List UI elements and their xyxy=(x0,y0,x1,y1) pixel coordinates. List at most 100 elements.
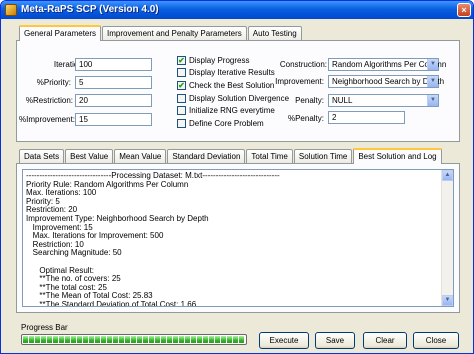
progress-block xyxy=(209,336,214,343)
checkbox-display-iterative-results[interactable]: Display Iterative Results xyxy=(177,68,275,77)
chevron-down-icon[interactable]: ▼ xyxy=(427,95,438,106)
progress-block xyxy=(59,336,64,343)
checkbox-label: Initialize RNG everytime xyxy=(189,106,275,115)
app-icon xyxy=(5,4,17,16)
chevron-down-icon[interactable]: ▼ xyxy=(427,59,438,70)
progress-block xyxy=(65,336,70,343)
progress-block xyxy=(239,336,244,343)
progress-block xyxy=(167,336,172,343)
progress-block xyxy=(221,336,226,343)
checkbox-box[interactable]: ✔ xyxy=(177,81,186,90)
window-title: Meta-RaPS SCP (Version 4.0) xyxy=(21,4,159,15)
tab-total-time[interactable]: Total Time xyxy=(246,149,293,163)
progress-block xyxy=(35,336,40,343)
progress-block xyxy=(149,336,154,343)
parameter-tabs: General Parameters Improvement and Penal… xyxy=(19,25,303,41)
checkbox-label: Check the Best Solution xyxy=(189,81,275,90)
restriction-label: %Restriction: xyxy=(25,96,73,105)
progress-block xyxy=(161,336,166,343)
progress-block xyxy=(23,336,28,343)
progress-bar xyxy=(21,334,247,345)
priority-label: %Priority: xyxy=(36,78,71,87)
checkbox-box[interactable] xyxy=(177,68,186,77)
checkbox-box[interactable] xyxy=(177,94,186,103)
progress-block xyxy=(95,336,100,343)
window-close-button[interactable]: × xyxy=(457,3,471,17)
tab-best-value[interactable]: Best Value xyxy=(65,149,114,163)
log-text: --------------------------------Processi… xyxy=(26,171,280,306)
tab-mean-value[interactable]: Mean Value xyxy=(114,149,167,163)
progress-block xyxy=(125,336,130,343)
progress-block xyxy=(47,336,52,343)
checkbox-display-progress[interactable]: ✔ Display Progress xyxy=(177,56,249,65)
checkbox-check-best-solution[interactable]: ✔ Check the Best Solution xyxy=(177,81,274,90)
progress-label: Progress Bar xyxy=(21,323,68,332)
checkbox-box[interactable]: ✔ xyxy=(177,56,186,65)
checkbox-label: Display Iterative Results xyxy=(189,68,275,77)
progress-block xyxy=(191,336,196,343)
scroll-up-icon[interactable]: ▲ xyxy=(442,170,453,181)
penalty-label: Penalty: xyxy=(295,96,324,105)
progress-block xyxy=(143,336,148,343)
log-line: Searching Magnitude: 50 xyxy=(26,248,122,258)
progress-block xyxy=(83,336,88,343)
checkbox-label: Define Core Problem xyxy=(189,119,264,128)
construction-select[interactable]: Random Algorithms Per Column ▼ xyxy=(328,58,446,71)
progress-block xyxy=(29,336,34,343)
checkbox-box[interactable] xyxy=(177,106,186,115)
progress-block xyxy=(131,336,136,343)
progress-block xyxy=(179,336,184,343)
progress-block xyxy=(119,336,124,343)
close-button[interactable]: Close xyxy=(413,332,459,349)
improvement-type-select[interactable]: Neighborhood Search by Depth ▼ xyxy=(328,75,444,88)
tab-data-sets[interactable]: Data Sets xyxy=(19,149,65,163)
priority-input[interactable]: 5 xyxy=(75,76,152,89)
progress-block xyxy=(233,336,238,343)
penalty-pct-input[interactable]: 2 xyxy=(328,111,405,124)
construction-label: Construction: xyxy=(279,60,327,69)
progress-block xyxy=(53,336,58,343)
title-bar[interactable]: Meta-RaPS SCP (Version 4.0) × xyxy=(1,1,473,19)
tab-auto-testing[interactable]: Auto Testing xyxy=(247,26,302,40)
improvement-pct-input[interactable]: 15 xyxy=(75,113,152,126)
tab-best-solution-log[interactable]: Best Solution and Log xyxy=(353,148,442,164)
penalty-select[interactable]: NULL ▼ xyxy=(328,94,439,107)
improvement-type-label: Improvement: xyxy=(275,77,324,86)
tab-general-parameters[interactable]: General Parameters xyxy=(19,25,102,41)
progress-block xyxy=(71,336,76,343)
iteration-input[interactable]: 100 xyxy=(75,58,152,71)
progress-block xyxy=(197,336,202,343)
progress-block xyxy=(137,336,142,343)
progress-block xyxy=(173,336,178,343)
progress-block xyxy=(215,336,220,343)
results-panel: --------------------------------Processi… xyxy=(16,163,460,313)
checkbox-label: Display Progress xyxy=(189,56,250,65)
progress-block xyxy=(227,336,232,343)
tab-solution-time[interactable]: Solution Time xyxy=(293,149,353,163)
log-textarea[interactable]: --------------------------------Processi… xyxy=(22,169,454,307)
penalty-pct-label: %Penalty: xyxy=(287,114,324,123)
checkbox-box[interactable] xyxy=(177,119,186,128)
main-window: Meta-RaPS SCP (Version 4.0) × General Pa… xyxy=(0,0,474,354)
chevron-down-icon[interactable]: ▼ xyxy=(427,76,438,87)
progress-block xyxy=(203,336,208,343)
results-tabs: Data Sets Best Value Mean Value Standard… xyxy=(19,148,443,164)
progress-block xyxy=(113,336,118,343)
scroll-down-icon[interactable]: ▼ xyxy=(442,295,453,306)
clear-button[interactable]: Clear xyxy=(363,332,407,349)
restriction-input[interactable]: 20 xyxy=(75,94,152,107)
vertical-scrollbar[interactable]: ▲ ▼ xyxy=(441,170,453,306)
progress-block xyxy=(101,336,106,343)
progress-block xyxy=(185,336,190,343)
penalty-value: NULL xyxy=(332,96,353,105)
progress-block xyxy=(89,336,94,343)
checkbox-define-core-problem[interactable]: Define Core Problem xyxy=(177,119,264,128)
execute-button[interactable]: Execute xyxy=(259,332,309,349)
log-line: Max. Iterations: 100 xyxy=(26,188,97,198)
save-button[interactable]: Save xyxy=(315,332,355,349)
progress-block xyxy=(107,336,112,343)
tab-improvement-penalty[interactable]: Improvement and Penalty Parameters xyxy=(102,26,247,40)
progress-block xyxy=(77,336,82,343)
checkbox-initialize-rng[interactable]: Initialize RNG everytime xyxy=(177,106,275,115)
tab-standard-deviation[interactable]: Standard Deviation xyxy=(167,149,246,163)
